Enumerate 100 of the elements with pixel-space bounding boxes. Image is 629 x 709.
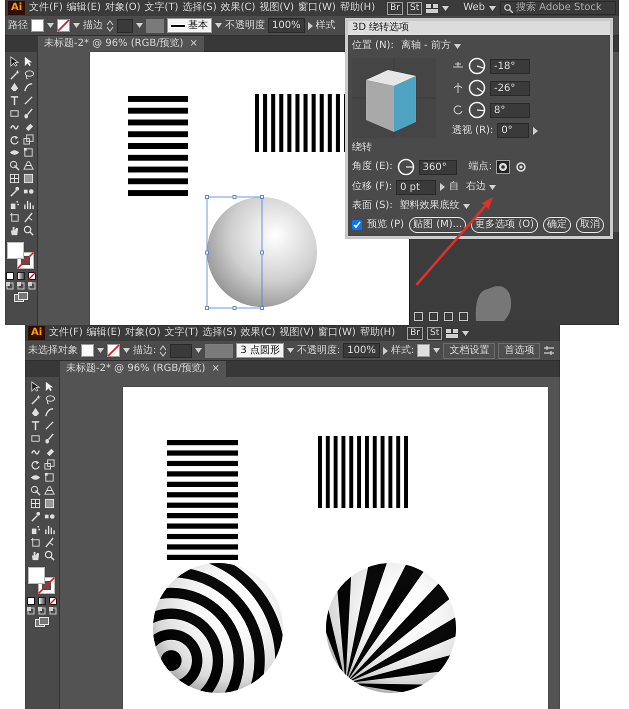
menu-item[interactable]: 对象(O) <box>104 1 141 15</box>
caret-icon[interactable] <box>97 348 104 353</box>
bridge-button[interactable]: Br <box>407 326 423 340</box>
input-field[interactable]: -26° <box>490 80 530 96</box>
eyedropper-icon[interactable] <box>30 511 40 522</box>
input-field[interactable]: 0 pt <box>396 180 436 194</box>
stepper-icon[interactable] <box>106 20 114 32</box>
menu-item[interactable]: 窗口(W) <box>318 326 356 340</box>
perspective-grid-icon[interactable] <box>44 485 54 496</box>
cap-button[interactable] <box>514 160 528 174</box>
caret-icon[interactable] <box>489 6 496 10</box>
rectangle-icon[interactable] <box>30 433 40 444</box>
caret-icon[interactable] <box>215 23 222 28</box>
menu-item[interactable]: 编辑(E) <box>66 1 101 15</box>
type-icon[interactable] <box>8 95 20 106</box>
close-button[interactable]: × <box>189 37 198 51</box>
none-mode-icon[interactable] <box>49 597 57 605</box>
stepper-icon[interactable] <box>159 344 168 356</box>
magic-wand-icon[interactable] <box>30 394 40 405</box>
bar-graph-icon[interactable] <box>44 524 54 535</box>
variable-width-field[interactable] <box>146 18 164 32</box>
workspace-switcher[interactable]: Web <box>463 1 485 15</box>
menu-item[interactable]: 视图(V) <box>279 326 314 340</box>
slice-icon[interactable] <box>44 537 54 548</box>
preview-checkbox[interactable] <box>352 220 362 230</box>
style-swatch[interactable] <box>417 344 430 357</box>
symbol-sprayer-icon[interactable] <box>8 199 20 210</box>
align-options-icon[interactable] <box>543 345 556 356</box>
color-mode-icon[interactable] <box>6 272 14 280</box>
rotate-icon[interactable] <box>30 459 40 470</box>
symbol-sprayer-icon[interactable] <box>30 524 40 535</box>
close-button[interactable]: × <box>211 362 220 376</box>
hand-icon[interactable] <box>30 550 40 561</box>
caret-icon[interactable] <box>462 330 470 336</box>
zoom-icon[interactable] <box>44 550 54 561</box>
rotate-icon[interactable] <box>8 134 20 145</box>
menu-item[interactable]: 帮助(H) <box>340 1 376 15</box>
stroke-swatch[interactable] <box>107 344 120 357</box>
toolbar-button[interactable]: 文档设置 <box>443 342 496 358</box>
line-icon[interactable] <box>22 95 34 106</box>
toolbar-button[interactable]: 首选项 <box>498 342 540 358</box>
gradient-icon[interactable] <box>22 173 34 184</box>
menu-item[interactable]: 选择(S) <box>202 326 237 340</box>
search-field[interactable]: 搜索 Adobe Stock <box>500 1 616 15</box>
menu-item[interactable]: 选择(S) <box>182 1 217 15</box>
direct-selection-icon[interactable] <box>44 381 54 392</box>
bridge-button[interactable]: Br <box>387 2 403 14</box>
paintbrush-icon[interactable] <box>44 433 54 444</box>
blend-icon[interactable] <box>44 511 54 522</box>
document-tab[interactable]: 未标题-2* @ 96% (RGB/预览) × <box>60 361 226 377</box>
caret-icon[interactable] <box>136 23 143 28</box>
menu-item[interactable]: 帮助(H) <box>360 326 396 340</box>
menu-item[interactable]: 编辑(E) <box>86 326 121 340</box>
cap-button[interactable] <box>496 160 510 174</box>
magic-wand-icon[interactable] <box>8 69 20 80</box>
caret-icon[interactable] <box>47 23 54 28</box>
perspective-grid-icon[interactable] <box>22 160 34 171</box>
none-mode-icon[interactable] <box>28 272 36 280</box>
selection-arrow-icon[interactable] <box>30 381 40 392</box>
free-transform-icon[interactable] <box>44 472 54 483</box>
arrange-documents-icon[interactable] <box>446 328 458 338</box>
rotation-dial[interactable] <box>468 101 486 119</box>
curvature-icon[interactable] <box>44 407 54 418</box>
dialog-button[interactable]: 取消 <box>576 217 604 233</box>
curvature-icon[interactable] <box>22 82 34 93</box>
rotation-dial[interactable] <box>468 79 486 97</box>
stroke-weight-field[interactable] <box>117 18 133 32</box>
surface-dropdown[interactable]: 塑料效果底纹 <box>396 198 473 214</box>
zoom-icon[interactable] <box>22 225 34 236</box>
scale-icon[interactable] <box>22 134 34 145</box>
opacity-field[interactable]: 100% <box>343 343 380 358</box>
gradient-icon[interactable] <box>44 498 54 509</box>
screen-mode-icon[interactable] <box>14 292 28 302</box>
menu-item[interactable]: 对象(O) <box>124 326 161 340</box>
caret-icon[interactable] <box>123 348 130 353</box>
input-field[interactable]: -18° <box>490 58 530 74</box>
artboard-icon[interactable] <box>8 212 20 223</box>
shape-builder-icon[interactable] <box>8 160 20 171</box>
menu-item[interactable]: 窗口(W) <box>298 1 336 15</box>
gradient-mode-icon[interactable] <box>17 272 25 280</box>
slice-icon[interactable] <box>22 212 34 223</box>
search-icon[interactable] <box>504 4 513 12</box>
input-field[interactable]: 8° <box>490 102 530 118</box>
expand-icon[interactable] <box>440 183 446 191</box>
arrange-documents-icon[interactable] <box>426 4 438 12</box>
position-dropdown[interactable]: 离轴 - 前方 <box>398 38 464 54</box>
caret-icon[interactable] <box>433 348 440 353</box>
document-tab[interactable]: 未标题-2* @ 96% (RGB/预览) × <box>38 36 204 52</box>
from-dropdown[interactable]: 右边 <box>463 179 500 195</box>
brush-dropdown[interactable]: 基本 <box>167 18 212 33</box>
menu-item[interactable]: 文件(F) <box>49 326 83 340</box>
blend-icon[interactable] <box>22 186 34 197</box>
menu-item[interactable]: 视图(V) <box>259 1 294 15</box>
caret-icon[interactable] <box>286 348 294 353</box>
mesh-icon[interactable] <box>30 498 40 509</box>
menu-item[interactable]: 效果(C) <box>220 1 256 15</box>
dialog-button[interactable]: 确定 <box>543 217 572 233</box>
line-icon[interactable] <box>44 420 54 431</box>
selection-arrow-icon[interactable] <box>8 56 20 67</box>
dialog-button[interactable]: 贴图 (M)... <box>409 217 466 233</box>
